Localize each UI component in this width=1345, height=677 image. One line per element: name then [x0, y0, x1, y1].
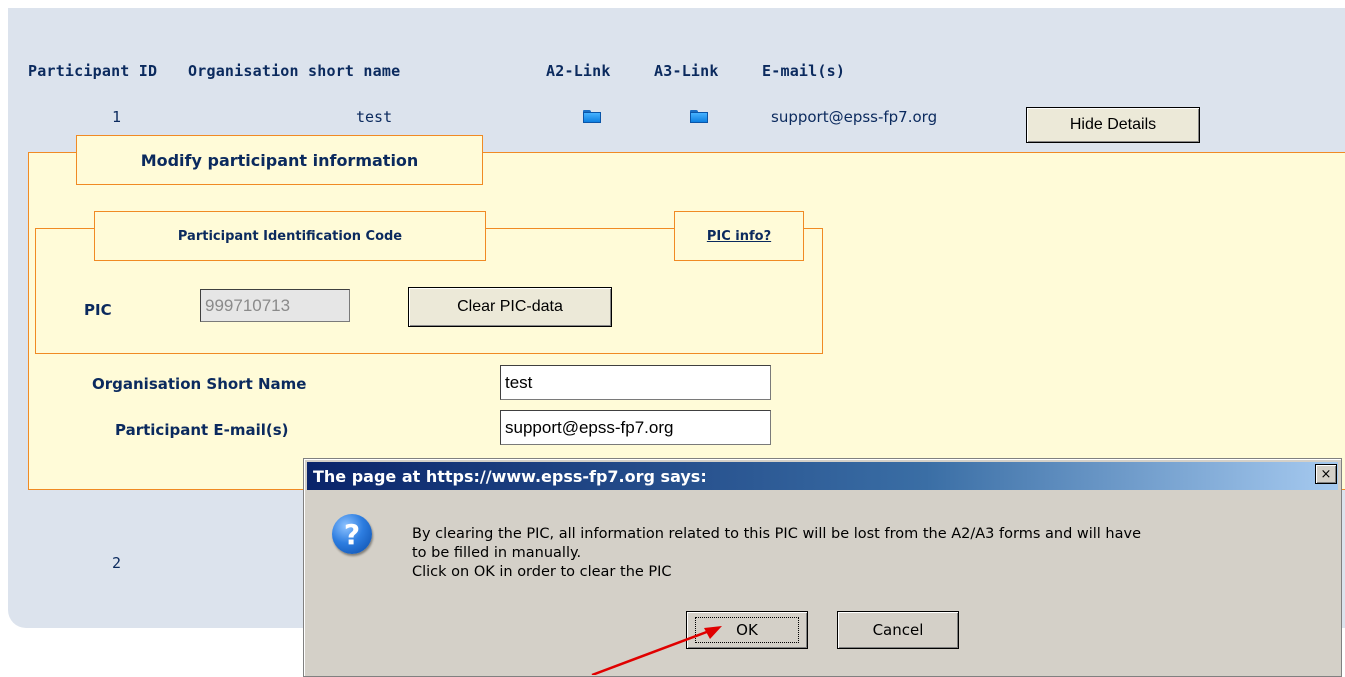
annotation-arrow-icon — [591, 626, 722, 675]
